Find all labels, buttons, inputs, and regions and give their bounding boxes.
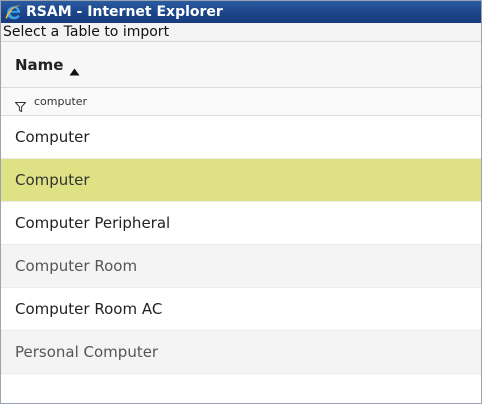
list-item-label: Computer	[15, 171, 90, 189]
filter-row[interactable]: computer	[1, 88, 481, 116]
list-item[interactable]: Computer Peripheral	[1, 202, 481, 245]
list-item-label: Computer	[15, 128, 90, 146]
list-item[interactable]: Personal Computer	[1, 331, 481, 374]
sort-ascending-icon[interactable]	[69, 61, 80, 75]
list-item-label: Personal Computer	[15, 343, 159, 361]
list-item[interactable]: Computer Room AC	[1, 288, 481, 331]
list-item-label: Computer Room	[15, 257, 138, 275]
list-item-selected[interactable]: Computer	[1, 159, 481, 202]
dialog-heading: Select a Table to import	[1, 23, 481, 42]
ie-icon	[4, 3, 23, 22]
column-header-name[interactable]: Name	[1, 42, 481, 88]
column-header-label: Name	[15, 55, 64, 74]
list-item[interactable]: Computer Room	[1, 245, 481, 288]
browser-window: RSAM - Internet Explorer Select a Table …	[0, 0, 482, 404]
filter-icon[interactable]	[14, 97, 27, 112]
list-item[interactable]: Computer	[1, 116, 481, 159]
table-list: Computer Computer Computer Peripheral Co…	[1, 116, 481, 374]
filter-value[interactable]: computer	[34, 95, 87, 108]
window-titlebar[interactable]: RSAM - Internet Explorer	[1, 1, 481, 23]
window-title: RSAM - Internet Explorer	[26, 4, 223, 20]
list-item-label: Computer Peripheral	[15, 214, 171, 232]
list-item-label: Computer Room AC	[15, 300, 163, 318]
